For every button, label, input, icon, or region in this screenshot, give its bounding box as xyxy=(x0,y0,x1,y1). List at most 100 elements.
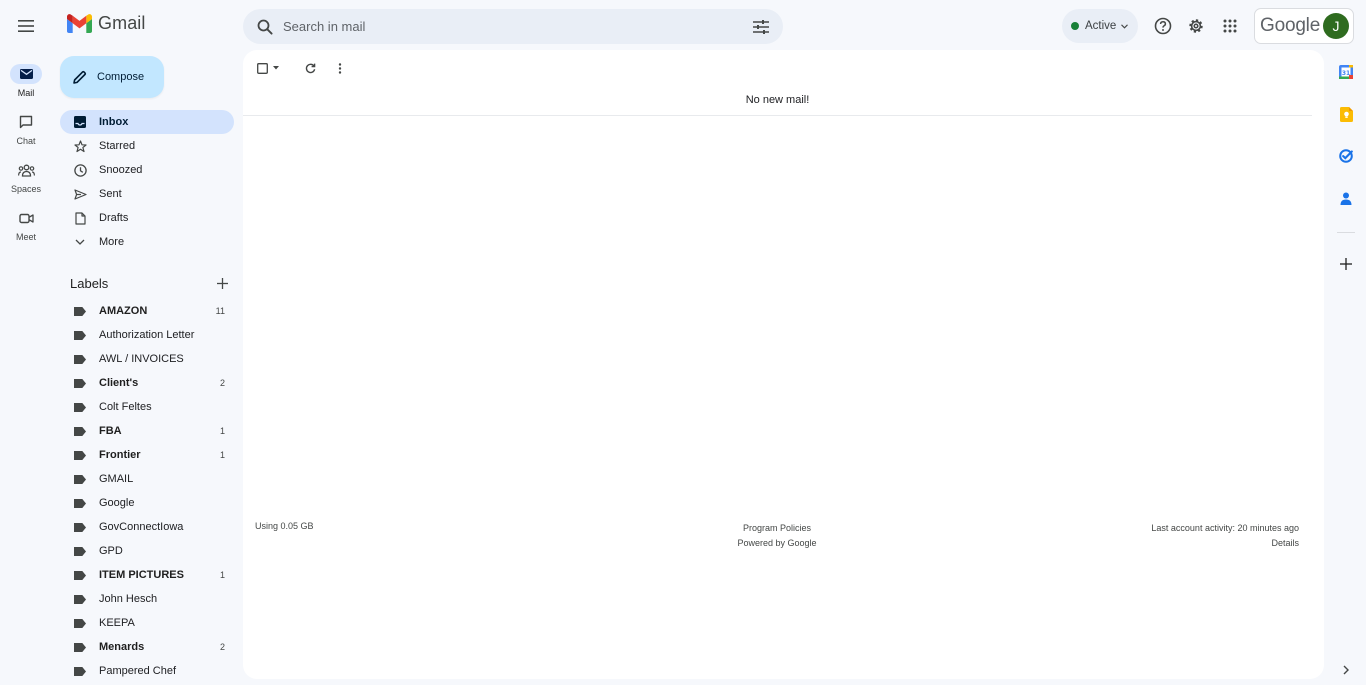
activity-details-link[interactable]: Details xyxy=(1151,536,1299,551)
label-unread-count: 1 xyxy=(219,450,225,460)
label-item[interactable]: Frontier 1 xyxy=(60,443,234,467)
hide-side-panel-button[interactable] xyxy=(1331,655,1361,685)
draft-icon xyxy=(72,210,88,226)
label-unread-count: 11 xyxy=(215,306,225,316)
label-name: ITEM PICTURES xyxy=(99,569,184,581)
label-item[interactable]: GMAIL xyxy=(60,467,234,491)
calendar-icon: 31 xyxy=(1339,65,1353,79)
label-unread-count: 1 xyxy=(219,570,225,580)
label-name: FBA xyxy=(99,425,122,437)
label-item[interactable]: GovConnectIowa xyxy=(60,515,234,539)
compose-button[interactable]: Compose xyxy=(60,56,164,98)
nav-label: Inbox xyxy=(99,116,129,128)
label-item[interactable]: Google xyxy=(60,491,234,515)
tasks-button[interactable] xyxy=(1331,141,1361,171)
program-policies-link[interactable]: Program Policies xyxy=(677,521,877,536)
nav-item-drafts[interactable]: Drafts xyxy=(60,206,234,230)
label-tag-icon xyxy=(72,591,88,607)
nav-label: More xyxy=(99,236,125,248)
mail-toolbar xyxy=(253,58,353,78)
rail-item-chat[interactable]: Chat xyxy=(0,112,52,146)
status-selector[interactable]: Active xyxy=(1062,9,1138,43)
more-options-button[interactable] xyxy=(327,58,353,78)
label-name: John Hesch xyxy=(99,593,158,605)
app-name: Gmail xyxy=(98,13,146,33)
label-tag-icon xyxy=(72,639,88,655)
label-name: Colt Feltes xyxy=(99,401,152,413)
footer-right: Last account activity: 20 minutes ago De… xyxy=(1151,521,1299,551)
nav-item-more[interactable]: More xyxy=(60,230,234,254)
avatar: J xyxy=(1323,13,1349,39)
google-wordmark: Google xyxy=(1260,15,1321,36)
calendar-button[interactable]: 31 xyxy=(1331,57,1361,87)
label-name: Google xyxy=(99,497,135,509)
labels-header: Labels xyxy=(60,272,234,294)
contacts-button[interactable] xyxy=(1331,183,1361,213)
label-item[interactable]: KEEPA xyxy=(60,611,234,635)
compose-label: Compose xyxy=(97,71,145,83)
nav-label: Starred xyxy=(99,140,136,152)
more-vertical-icon xyxy=(338,62,342,74)
label-item[interactable]: Authorization Letter xyxy=(60,323,234,347)
support-button[interactable] xyxy=(1147,10,1179,42)
label-tag-icon xyxy=(72,519,88,535)
label-tag-icon xyxy=(72,447,88,463)
rail-label: Chat xyxy=(16,136,36,146)
label-tag-icon xyxy=(72,471,88,487)
label-item[interactable]: FBA 1 xyxy=(60,419,234,443)
google-apps-button[interactable] xyxy=(1214,10,1246,42)
rail-label: Mail xyxy=(17,88,35,98)
label-name: Menards xyxy=(99,641,145,653)
label-name: Frontier xyxy=(99,449,141,461)
rail-label: Spaces xyxy=(10,184,42,194)
refresh-icon xyxy=(305,63,316,74)
refresh-button[interactable] xyxy=(297,58,323,78)
label-unread-count: 2 xyxy=(219,378,225,388)
search-options-button[interactable] xyxy=(743,12,779,42)
rail-pill xyxy=(10,160,42,180)
label-item[interactable]: Menards 2 xyxy=(60,635,234,659)
label-item[interactable]: ITEM PICTURES 1 xyxy=(60,563,234,587)
rail-pill xyxy=(10,208,42,228)
label-tag-icon xyxy=(72,327,88,343)
label-item[interactable]: Colt Feltes xyxy=(60,395,234,419)
label-name: Authorization Letter xyxy=(99,329,195,341)
label-name: AWL / INVOICES xyxy=(99,353,184,365)
label-item[interactable]: Client's 2 xyxy=(60,371,234,395)
get-addons-button[interactable] xyxy=(1331,249,1361,279)
checkbox-icon xyxy=(257,62,268,74)
search-bar xyxy=(243,9,783,44)
label-name: GPD xyxy=(99,545,123,557)
main-menu-button[interactable] xyxy=(10,10,42,42)
apps-grid-icon xyxy=(1223,19,1237,33)
label-tag-icon xyxy=(72,303,88,319)
search-icon[interactable] xyxy=(247,19,283,35)
side-panel-divider xyxy=(1337,232,1355,233)
footer-center: Program Policies Powered by Google xyxy=(677,521,877,551)
label-item[interactable]: AWL / INVOICES xyxy=(60,347,234,371)
mail-icon xyxy=(19,69,33,79)
label-name: AMAZON xyxy=(99,305,148,317)
rail-item-spaces[interactable]: Spaces xyxy=(0,160,52,194)
label-item[interactable]: Pampered Chef xyxy=(60,659,234,683)
spaces-icon xyxy=(17,164,35,177)
rail-item-mail[interactable]: Mail xyxy=(0,64,52,98)
nav-item-starred[interactable]: Starred xyxy=(60,134,234,158)
nav-item-snoozed[interactable]: Snoozed xyxy=(60,158,234,182)
nav-item-sent[interactable]: Sent xyxy=(60,182,234,206)
create-label-button[interactable] xyxy=(210,272,234,294)
settings-button[interactable] xyxy=(1180,10,1212,42)
select-all-checkbox[interactable] xyxy=(253,58,283,78)
label-item[interactable]: AMAZON 11 xyxy=(60,299,234,323)
label-item[interactable]: John Hesch xyxy=(60,587,234,611)
label-item[interactable]: GPD xyxy=(60,539,234,563)
label-name: GovConnectIowa xyxy=(99,521,184,533)
account-switcher[interactable]: Google J xyxy=(1254,8,1354,44)
keep-button[interactable] xyxy=(1331,99,1361,129)
top-bar: Gmail Active xyxy=(0,0,1366,52)
gmail-logo[interactable]: Gmail xyxy=(67,13,146,34)
rail-item-meet[interactable]: Meet xyxy=(0,208,52,242)
nav-item-inbox[interactable]: Inbox xyxy=(60,110,234,134)
label-tag-icon xyxy=(72,615,88,631)
search-input[interactable] xyxy=(283,19,743,34)
